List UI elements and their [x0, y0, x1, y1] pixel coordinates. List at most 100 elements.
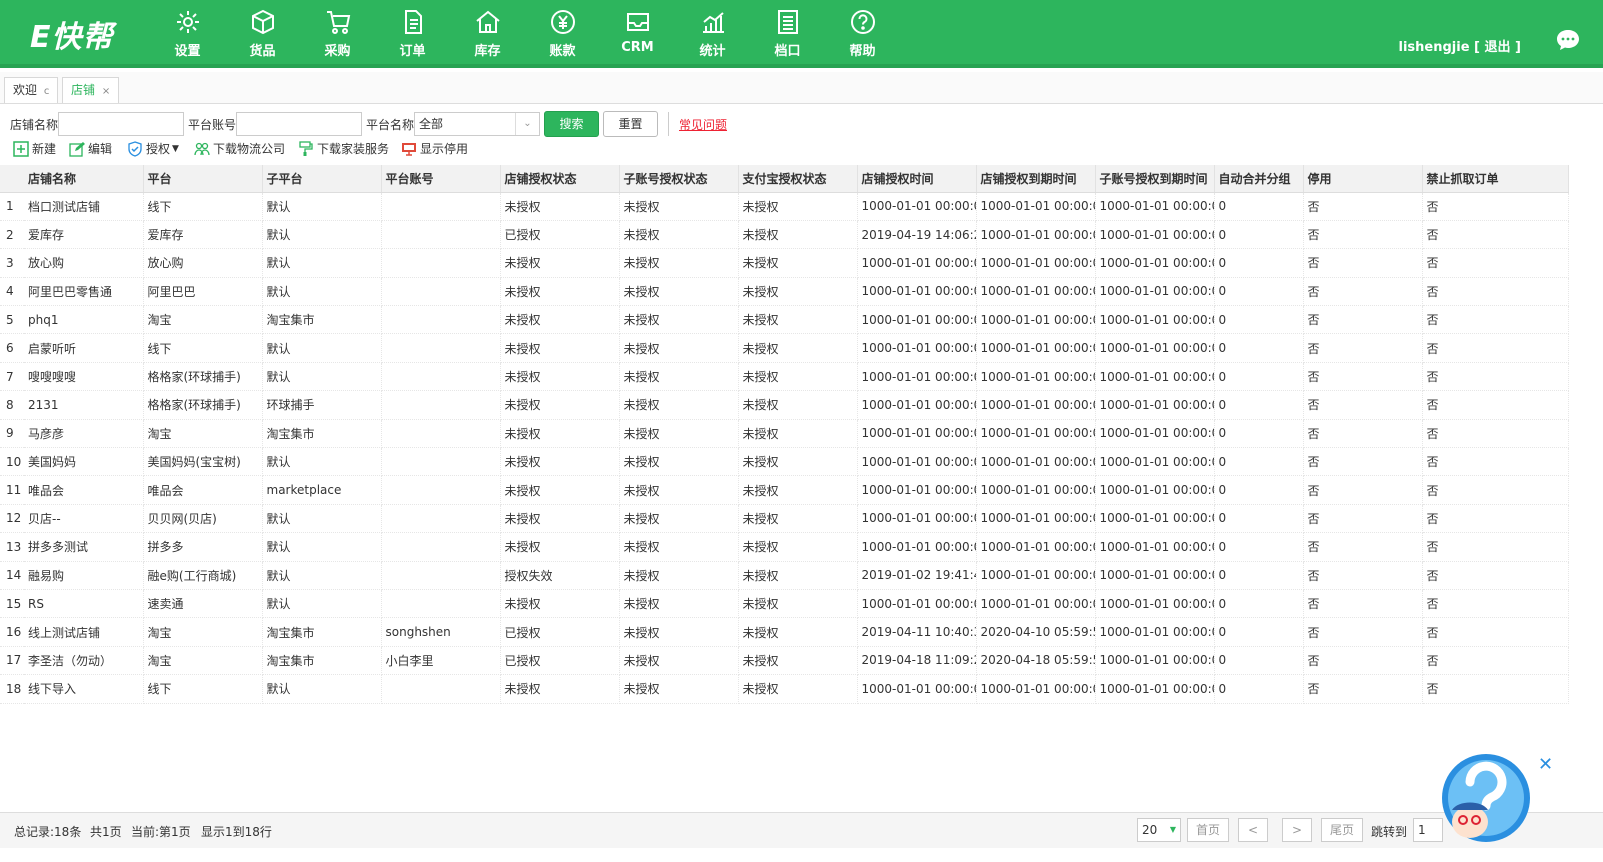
showing-range: 显示1到18行 — [201, 825, 272, 839]
column-header[interactable]: 停用 — [1303, 165, 1423, 193]
nav-accounts[interactable]: 账款 — [525, 0, 600, 64]
table-row[interactable]: 3放心购放心购默认未授权未授权未授权1000-01-01 00:00:00100… — [0, 248, 1569, 278]
column-header[interactable]: 自动合并分组 — [1214, 165, 1304, 193]
column-header[interactable]: 子账号授权状态 — [619, 165, 739, 193]
table-cell: 0 — [1214, 674, 1304, 704]
table-cell: 否 — [1422, 674, 1569, 704]
table-cell: 贝贝网(贝店) — [143, 504, 263, 534]
table-cell: 未授权 — [500, 333, 620, 363]
table-cell: 1000-01-01 00:00:00 — [1095, 674, 1215, 704]
chat-icon[interactable] — [1555, 28, 1581, 52]
table-cell: 贝店-- — [24, 504, 144, 534]
search-button[interactable]: 搜索 — [544, 111, 599, 137]
app-logo[interactable]: E快帮 — [30, 12, 114, 56]
table-row[interactable]: 18线下导入线下默认未授权未授权未授权1000-01-01 00:00:0010… — [0, 674, 1569, 704]
row-number: 8 — [0, 390, 24, 420]
page-size-select[interactable]: 20 ▼ — [1137, 818, 1181, 842]
close-icon[interactable]: × — [102, 86, 110, 97]
nav-goods[interactable]: 货品 — [225, 0, 300, 64]
table-row[interactable]: 8 2131 格格家(环球捕手) 环球捕手 未授权 未授权 未授权 1000-01-01 00… — [0, 390, 1569, 420]
user-logout-link[interactable]: lishengjie [ 退出 ] — [1399, 36, 1521, 55]
table-cell: 1000-01-01 00:00:00 — [976, 248, 1096, 278]
table-row[interactable]: 9马彦彦淘宝淘宝集市未授权未授权未授权1000-01-01 00:00:0010… — [0, 419, 1569, 449]
faq-link[interactable]: 常见问题 — [679, 116, 727, 133]
table-cell — [381, 362, 501, 392]
prev-page-button[interactable]: < — [1238, 818, 1268, 842]
nav-stats[interactable]: 统计 — [675, 0, 750, 64]
column-header[interactable]: 平台账号 — [381, 165, 501, 193]
download-logistics-button[interactable]: 下载物流公司 — [194, 140, 285, 157]
row-number: 11 — [0, 475, 24, 505]
table-row[interactable]: 2爱库存爱库存默认已授权未授权未授权2019-04-19 14:06:21100… — [0, 220, 1569, 250]
table-cell: 否 — [1422, 475, 1569, 505]
tab-label: 欢迎 — [13, 83, 38, 97]
table-row[interactable]: 12 贝店-- 贝贝网(贝店) 默认 未授权 未授权 未授权 1000-01-01 00:00… — [0, 504, 1569, 534]
nav-crm[interactable]: CRM — [600, 0, 675, 64]
table-cell: 否 — [1303, 447, 1423, 477]
nav-settings[interactable]: 设置 — [150, 0, 225, 64]
table-cell: 1000-01-01 00:00:00 — [976, 192, 1096, 221]
download-service-button[interactable]: 下载家装服务 — [298, 140, 389, 157]
refresh-icon[interactable]: c — [44, 86, 50, 97]
edit-icon — [69, 141, 85, 157]
table-cell: 未授权 — [500, 362, 620, 392]
table-cell: 1000-01-01 00:00:00 — [857, 504, 977, 534]
table-cell: 淘宝集市 — [262, 646, 382, 676]
nav-stall[interactable]: 档口 — [750, 0, 825, 64]
reset-button[interactable]: 重置 — [603, 111, 658, 137]
column-header[interactable]: 子账号授权到期时间 — [1095, 165, 1215, 193]
column-header[interactable]: 平台 — [143, 165, 263, 193]
table-row[interactable]: 5phq1淘宝淘宝集市未授权未授权未授权1000-01-01 00:00:001… — [0, 305, 1569, 335]
column-header[interactable]: 禁止抓取订单 — [1422, 165, 1569, 193]
table-row[interactable]: 4 阿里巴巴零售通 阿里巴巴 默认 未授权 未授权 未授权 1000-01-01 00:00:… — [0, 277, 1569, 307]
platform-name-select[interactable]: 全部 ⌄ — [414, 112, 540, 136]
table-row[interactable]: 1档口测试店铺线下默认未授权未授权未授权1000-01-01 00:00:001… — [0, 192, 1569, 221]
table-row[interactable]: 16 线上测试店铺 淘宝 淘宝集市 songhshen 已授权 未授权 未授权 2019-04-… — [0, 617, 1569, 647]
next-page-button[interactable]: > — [1282, 818, 1312, 842]
table-cell: 爱库存 — [24, 220, 144, 250]
table-cell: 放心购 — [24, 248, 144, 278]
table-row[interactable]: 6启蒙听听线下默认未授权未授权未授权1000-01-01 00:00:00100… — [0, 333, 1569, 363]
shop-name-input[interactable] — [58, 112, 184, 136]
column-header[interactable]: 店铺名称 — [24, 165, 144, 193]
edit-button[interactable]: 编辑 — [69, 140, 112, 157]
column-header[interactable]: 支付宝授权状态 — [738, 165, 858, 193]
table-row[interactable]: 15RS速卖通默认未授权未授权未授权1000-01-01 00:00:00100… — [0, 589, 1569, 619]
row-number: 13 — [0, 532, 24, 562]
table-row[interactable]: 10 美国妈妈 美国妈妈(宝宝树) 默认 未授权 未授权 未授权 1000-01-01 00:… — [0, 447, 1569, 477]
goto-page-input[interactable]: 1 — [1413, 818, 1443, 842]
nav-purchase[interactable]: 采购 — [300, 0, 375, 64]
table-row[interactable]: 14 融易购 融e购(工行商城) 默认 授权失效 未授权 未授权 2019-01-02 19:… — [0, 561, 1569, 590]
table-cell: 默认 — [262, 532, 382, 562]
nav-help[interactable]: 帮助 — [825, 0, 900, 64]
tab-welcome[interactable]: 欢迎 c — [4, 77, 59, 103]
table-cell: 淘宝集市 — [262, 617, 382, 647]
table-cell: 淘宝集市 — [262, 419, 382, 449]
auth-button[interactable]: 授权 ▼ — [127, 140, 179, 157]
column-header[interactable]: 子平台 — [262, 165, 382, 193]
table-cell: 默认 — [262, 561, 382, 590]
table-cell: 马彦彦 — [24, 419, 144, 449]
first-page-button[interactable]: 首页 — [1187, 818, 1229, 842]
column-header[interactable]: 店铺授权状态 — [500, 165, 620, 193]
show-disabled-button[interactable]: 显示停用 — [401, 140, 468, 157]
last-page-button[interactable]: 尾页 — [1321, 818, 1363, 842]
table-cell: 1000-01-01 00:00:00 — [857, 532, 977, 562]
column-header[interactable]: 店铺授权时间 — [857, 165, 977, 193]
nav-orders[interactable]: 订单 — [375, 0, 450, 64]
nav-stock[interactable]: 库存 — [450, 0, 525, 64]
table-row[interactable]: 11 唯品会 唯品会 marketplace 未授权 未授权 未授权 1000-01-01 0… — [0, 475, 1569, 505]
close-icon[interactable]: ✕ — [1538, 754, 1553, 775]
chevron-down-icon: ⌄ — [515, 113, 539, 135]
table-cell: 淘宝 — [143, 419, 263, 449]
table-cell: 否 — [1422, 419, 1569, 449]
tab-shops[interactable]: 店铺 × — [62, 77, 120, 103]
table-row[interactable]: 17 李圣洁（勿动） 淘宝 淘宝集市 小白李里 已授权 未授权 未授权 2019-04-18 1… — [0, 646, 1569, 676]
help-mascot-icon[interactable] — [1440, 752, 1532, 844]
table-cell: 1000-01-01 00:00:00 — [857, 447, 977, 477]
platform-account-input[interactable] — [236, 112, 362, 136]
table-row[interactable]: 7 嗖嗖嗖嗖 格格家(环球捕手) 默认 未授权 未授权 未授权 1000-01-01 00:0… — [0, 362, 1569, 392]
table-row[interactable]: 13拼多多测试拼多多默认未授权未授权未授权1000-01-01 00:00:00… — [0, 532, 1569, 562]
column-header[interactable]: 店铺授权到期时间 — [976, 165, 1096, 193]
new-button[interactable]: 新建 — [13, 140, 56, 157]
